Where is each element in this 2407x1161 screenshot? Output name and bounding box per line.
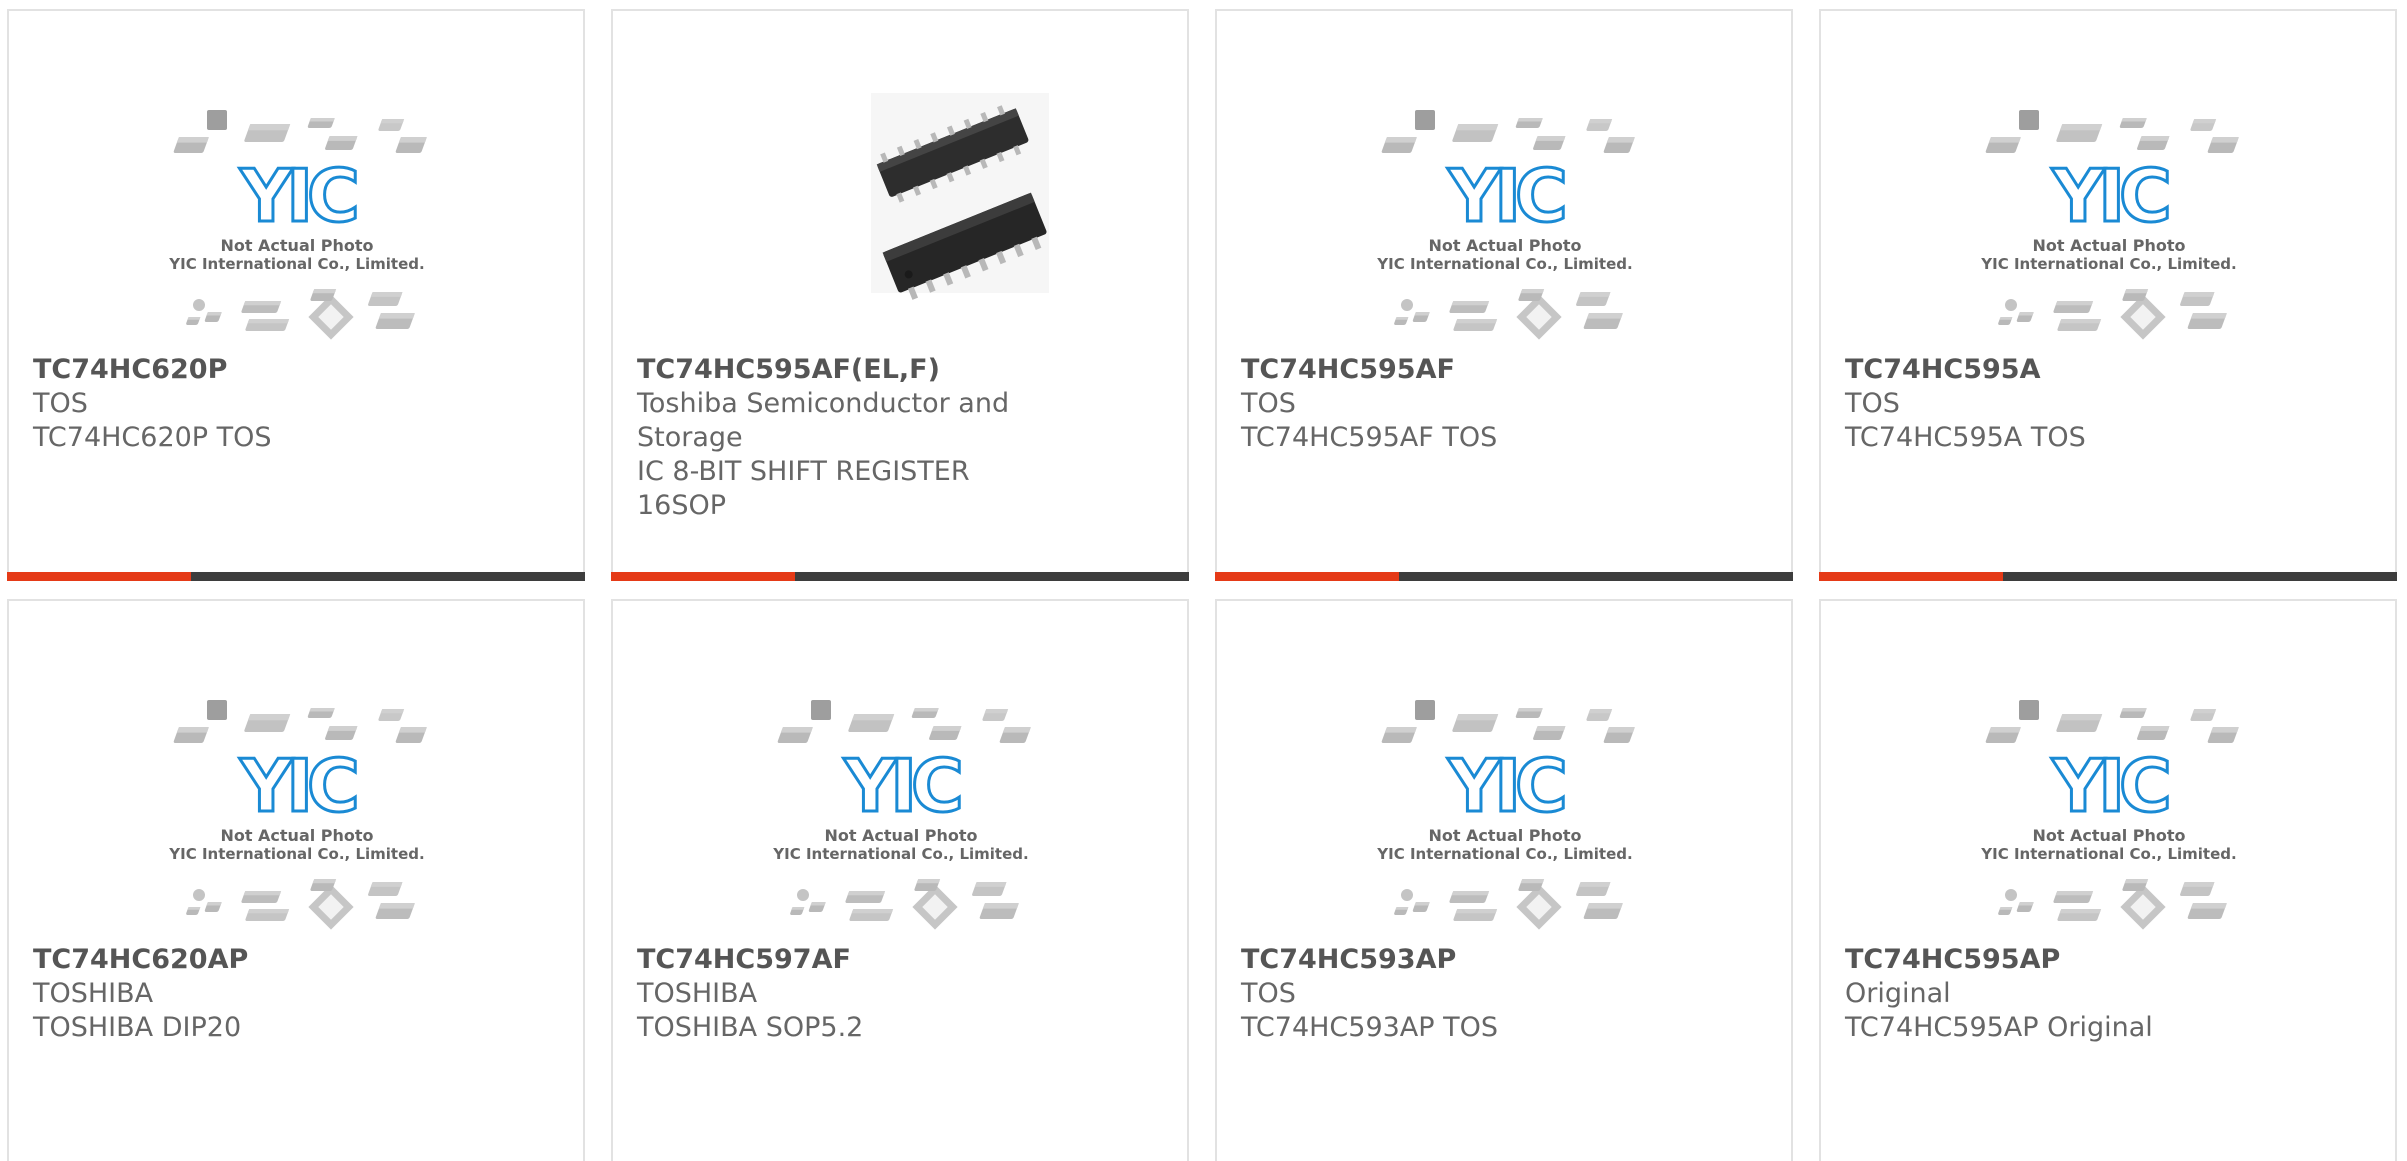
product-description: TC74HC595AF TOS xyxy=(1241,422,1498,453)
product-description: TC74HC620P TOS xyxy=(33,422,272,453)
not-actual-photo-text: Not Actual Photo xyxy=(1428,826,1581,845)
product-description: TOSHIBA SOP5.2 xyxy=(637,1012,864,1043)
company-name-text: YIC International Co., Limited. xyxy=(772,845,1028,863)
product-card[interactable]: YIC Not Actual Photo YIC International Co.… xyxy=(7,599,585,1161)
not-actual-photo-icon: YICNot Actual PhotoYIC International Co.… xyxy=(1980,110,2239,340)
product-part-number[interactable]: TC74HC595AP xyxy=(1845,943,2265,977)
product-manufacturer: TOS xyxy=(1241,978,1296,1009)
product-card[interactable]: YIC Not Actual Photo YIC International Co.… xyxy=(611,599,1189,1161)
yic-logo: YIC xyxy=(239,744,356,828)
product-manufacturer: Toshiba Semiconductor and xyxy=(637,388,1010,419)
product-image-placeholder[interactable]: YIC Not Actual Photo YIC International Co.… xyxy=(149,93,445,355)
product-part-number[interactable]: TC74HC595AF xyxy=(1241,353,1661,387)
product-info: TC74HC595AF TOS TC74HC595AF TOS xyxy=(1241,353,1661,455)
product-info: TC74HC595AF(EL,F) Toshiba Semiconductor … xyxy=(637,353,1057,523)
product-image-placeholder[interactable]: YIC Not Actual Photo YIC International Co.… xyxy=(1357,93,1653,355)
not-actual-photo-icon: YICNot Actual PhotoYIC International Co.… xyxy=(1376,110,1635,340)
product-card[interactable]: YIC Not Actual Photo YIC International Co.… xyxy=(1819,9,2397,581)
product-manufacturer: TOS xyxy=(1845,388,1900,419)
product-description: TOSHIBA DIP20 xyxy=(33,1012,242,1043)
product-manufacturer: TOSHIBA xyxy=(637,978,758,1009)
product-description: IC 8-BIT SHIFT REGISTER 16SOP xyxy=(637,456,970,521)
product-card[interactable]: YIC Not Actual Photo YIC International Co.… xyxy=(7,9,585,581)
ic-chip-photo-icon xyxy=(871,93,1049,300)
not-actual-photo-icon: YICNot Actual PhotoYIC International Co.… xyxy=(1376,700,1635,930)
not-actual-photo-icon: YICNot Actual PhotoYIC International Co.… xyxy=(772,700,1031,930)
product-info: TC74HC597AF TOSHIBA TOSHIBA SOP5.2 xyxy=(637,943,1057,1045)
product-grid: YIC Not Actual Photo YIC International Co.… xyxy=(0,0,2407,1161)
product-description: TC74HC593AP TOS xyxy=(1241,1012,1499,1043)
product-image-placeholder[interactable]: YIC Not Actual Photo YIC International Co.… xyxy=(1357,683,1653,945)
product-info: TC74HC620AP TOSHIBA TOSHIBA DIP20 xyxy=(33,943,453,1045)
product-image-placeholder[interactable]: YIC Not Actual Photo YIC International Co.… xyxy=(1961,683,2257,945)
product-card[interactable]: YIC Not Actual Photo YIC International Co.… xyxy=(1215,9,1793,581)
yic-logo: YIC xyxy=(843,744,960,828)
not-actual-photo-icon: YICNot Actual PhotoYIC International Co.… xyxy=(168,700,427,930)
product-manufacturer: Original xyxy=(1845,978,1951,1009)
yic-logo: YIC xyxy=(1447,154,1564,238)
yic-logo: YIC xyxy=(1447,744,1564,828)
card-accent-bar xyxy=(7,572,585,581)
not-actual-photo-text: Not Actual Photo xyxy=(2032,826,2185,845)
not-actual-photo-text: Not Actual Photo xyxy=(2032,236,2185,255)
product-part-number[interactable]: TC74HC595AF(EL,F) xyxy=(637,353,1057,387)
product-manufacturer: TOS xyxy=(1241,388,1296,419)
yic-logo: YIC xyxy=(239,154,356,238)
product-manufacturer-cont: Storage xyxy=(637,422,743,453)
product-part-number[interactable]: TC74HC620AP xyxy=(33,943,453,977)
product-image-placeholder[interactable]: YIC Not Actual Photo YIC International Co.… xyxy=(753,683,1049,945)
product-image-placeholder[interactable]: YIC Not Actual Photo YIC International Co.… xyxy=(1961,93,2257,355)
product-info: TC74HC595AP Original TC74HC595AP Origina… xyxy=(1845,943,2265,1045)
product-description: TC74HC595AP Original xyxy=(1845,1012,2153,1043)
product-card[interactable]: YIC Not Actual Photo YIC International Co.… xyxy=(1819,599,2397,1161)
product-description: TC74HC595A TOS xyxy=(1845,422,2086,453)
not-actual-photo-icon: YICNot Actual PhotoYIC International Co.… xyxy=(1980,700,2239,930)
product-part-number[interactable]: TC74HC593AP xyxy=(1241,943,1661,977)
product-part-number[interactable]: TC74HC595A xyxy=(1845,353,2265,387)
product-image-placeholder[interactable]: YIC Not Actual Photo YIC International Co.… xyxy=(149,683,445,945)
product-manufacturer: TOS xyxy=(33,388,88,419)
yic-logo: YIC xyxy=(2051,744,2168,828)
not-actual-photo-icon: YICNot Actual PhotoYIC International Co.… xyxy=(168,110,427,340)
company-name-text: YIC International Co., Limited. xyxy=(168,845,424,863)
not-actual-photo-text: Not Actual Photo xyxy=(220,236,373,255)
product-info: TC74HC593AP TOS TC74HC593AP TOS xyxy=(1241,943,1661,1045)
card-accent-bar xyxy=(1819,572,2397,581)
product-card[interactable]: TC74HC595AF(EL,F) Toshiba Semiconductor … xyxy=(611,9,1189,581)
product-part-number[interactable]: TC74HC597AF xyxy=(637,943,1057,977)
product-info: TC74HC595A TOS TC74HC595A TOS xyxy=(1845,353,2265,455)
card-accent-bar xyxy=(611,572,1189,581)
company-name-text: YIC International Co., Limited. xyxy=(168,255,424,273)
product-manufacturer: TOSHIBA xyxy=(33,978,154,1009)
product-photo[interactable] xyxy=(753,93,1049,355)
not-actual-photo-text: Not Actual Photo xyxy=(824,826,977,845)
product-part-number[interactable]: TC74HC620P xyxy=(33,353,453,387)
product-info: TC74HC620P TOS TC74HC620P TOS xyxy=(33,353,453,455)
yic-logo: YIC xyxy=(2051,154,2168,238)
not-actual-photo-text: Not Actual Photo xyxy=(220,826,373,845)
company-name-text: YIC International Co., Limited. xyxy=(1980,845,2236,863)
not-actual-photo-text: Not Actual Photo xyxy=(1428,236,1581,255)
product-card[interactable]: YIC Not Actual Photo YIC International Co.… xyxy=(1215,599,1793,1161)
company-name-text: YIC International Co., Limited. xyxy=(1980,255,2236,273)
company-name-text: YIC International Co., Limited. xyxy=(1376,845,1632,863)
company-name-text: YIC International Co., Limited. xyxy=(1376,255,1632,273)
card-accent-bar xyxy=(1215,572,1793,581)
